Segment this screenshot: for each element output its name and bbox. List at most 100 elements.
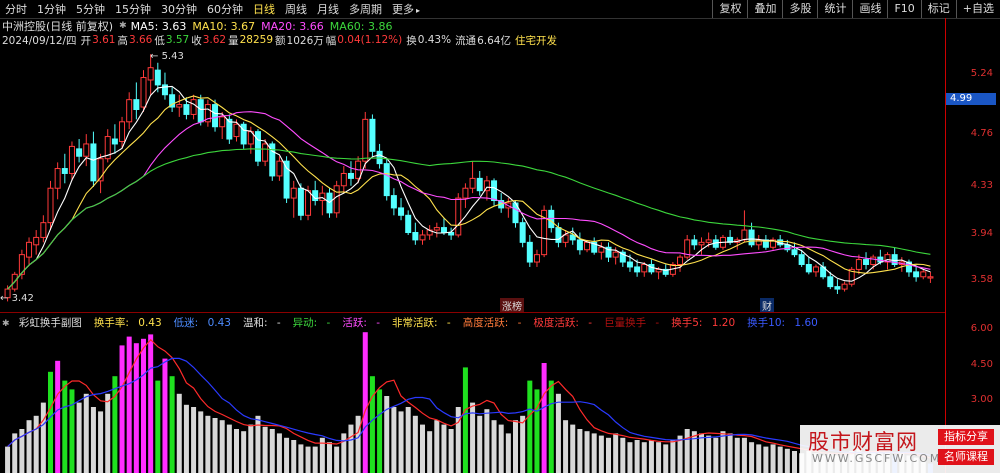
candle [913, 266, 920, 282]
indicator-share-badge[interactable]: 指标分享 [938, 429, 994, 445]
turnover-bar [298, 444, 304, 473]
candle [755, 234, 762, 250]
kline-chart[interactable] [0, 48, 945, 310]
mark-button[interactable]: 标记 [920, 0, 956, 18]
stats-button[interactable]: 统计 [817, 0, 852, 18]
change-label: 幅 [325, 34, 337, 47]
tab-30min[interactable]: 30分钟 [156, 1, 202, 17]
candle [541, 205, 548, 258]
add-watchlist-button[interactable]: +自选 [955, 0, 1000, 18]
ma60-line [7, 148, 931, 290]
tab-fenshi[interactable]: 分时 [0, 1, 32, 17]
sub-chart-header: ✱ 彩虹换手副图 换手率: 0.43 低迷: 0.43 温和: - 异动: - … [2, 315, 830, 329]
candle [419, 230, 426, 245]
turnover-bar [305, 446, 311, 473]
tab-more-label: 更多 [392, 3, 414, 16]
turnover-bar [219, 420, 225, 473]
fuquan-button[interactable]: 复权 [712, 0, 747, 18]
sub-huge-label: 巨量换手 [604, 316, 647, 329]
tab-1min[interactable]: 1分钟 [32, 1, 71, 17]
candle [398, 198, 405, 221]
turnover-bar [284, 437, 290, 473]
candle-body [641, 263, 648, 273]
candle [26, 237, 33, 265]
gear-icon[interactable]: ✱ [119, 21, 127, 31]
candle [190, 94, 197, 120]
sub-very-active-label: 非常活跃: [392, 316, 438, 329]
candle [169, 87, 176, 112]
turnover-bar [90, 407, 96, 473]
candle [226, 114, 233, 144]
low-annotation: ← 3.42 [0, 293, 34, 304]
event-tag-zhangbang[interactable]: 涨榜 [500, 298, 524, 313]
turnover-bar [262, 426, 268, 473]
tab-more[interactable]: 更多 ▸ [387, 1, 425, 17]
turnover-bar [148, 334, 154, 473]
turnover-bar [713, 437, 719, 473]
turnover-bar [384, 396, 390, 473]
turnover-bar [534, 389, 540, 473]
candle-body [305, 190, 312, 216]
candle [290, 180, 297, 218]
tab-multi-period[interactable]: 多周期 [344, 1, 387, 17]
sub-high-active-label: 高度活跃: [462, 316, 509, 329]
tab-60min[interactable]: 60分钟 [202, 1, 248, 17]
ma5-line [7, 85, 931, 290]
candle-body [197, 99, 204, 123]
right-button-group: 复权 叠加 多股 统计 画线 F10 标记 +自选 [712, 0, 1000, 18]
turnover-bar [563, 420, 569, 473]
turnover-bar [770, 444, 776, 473]
ma10-value: MA10: 3.67 [192, 19, 256, 33]
turnover-bar [169, 376, 175, 473]
candle-body [863, 259, 870, 265]
turnover-bar [784, 448, 790, 473]
sector-tag[interactable]: 住宅开发 [515, 33, 557, 48]
candle-body [533, 254, 540, 263]
high-annotation: ← 5.43 [150, 51, 184, 62]
candle [698, 237, 705, 255]
candle-body [705, 239, 712, 243]
candle [390, 188, 397, 216]
turnover-bar [570, 424, 576, 473]
turnover-bar [749, 442, 755, 473]
candle [569, 227, 576, 245]
candle [898, 257, 905, 272]
sub-turnover-value: 0.43 [138, 316, 162, 329]
turnover-bar [620, 437, 626, 473]
candle-body [283, 160, 290, 199]
sub-extreme-active-label: 极度活跃: [533, 316, 579, 329]
turnover-bar [648, 440, 654, 473]
tab-monthly[interactable]: 月线 [312, 1, 344, 17]
gear-icon[interactable]: ✱ [2, 319, 10, 329]
f10-button[interactable]: F10 [887, 0, 920, 18]
candle [54, 162, 61, 200]
watermark-url: WWW.GSCFW.COM [812, 452, 942, 465]
candle-body [26, 241, 33, 258]
low-value: 3.57 [165, 34, 190, 46]
candle [254, 129, 261, 167]
turnover-bar [162, 358, 168, 473]
chart-title-line: 中洲控股(日线 前复权) ✱ MA5: 3.63 MA10: 3.67 MA20… [2, 19, 399, 34]
tab-15min[interactable]: 15分钟 [110, 1, 156, 17]
tab-5min[interactable]: 5分钟 [71, 1, 110, 17]
candle [276, 156, 283, 181]
turnover-bar [205, 415, 211, 473]
candle-body [576, 239, 583, 251]
event-tag-cai[interactable]: 财 [760, 298, 774, 313]
candle-body [791, 249, 798, 256]
multi-stock-button[interactable]: 多股 [782, 0, 817, 18]
candle-body [376, 150, 383, 165]
turnover-bar [656, 442, 662, 473]
sub-low-speed-value: 0.43 [207, 316, 231, 329]
candle [433, 222, 440, 238]
tab-weekly[interactable]: 周线 [280, 1, 312, 17]
draw-line-button[interactable]: 画线 [852, 0, 887, 18]
tab-daily[interactable]: 日线 [248, 1, 280, 17]
turnover-bar [448, 429, 454, 473]
candle-body [812, 266, 819, 273]
teacher-course-badge[interactable]: 名师课程 [938, 449, 994, 465]
overlay-button[interactable]: 叠加 [747, 0, 782, 18]
turnover-bar [69, 389, 75, 473]
turnover-bar [641, 442, 647, 473]
candle [469, 161, 476, 194]
